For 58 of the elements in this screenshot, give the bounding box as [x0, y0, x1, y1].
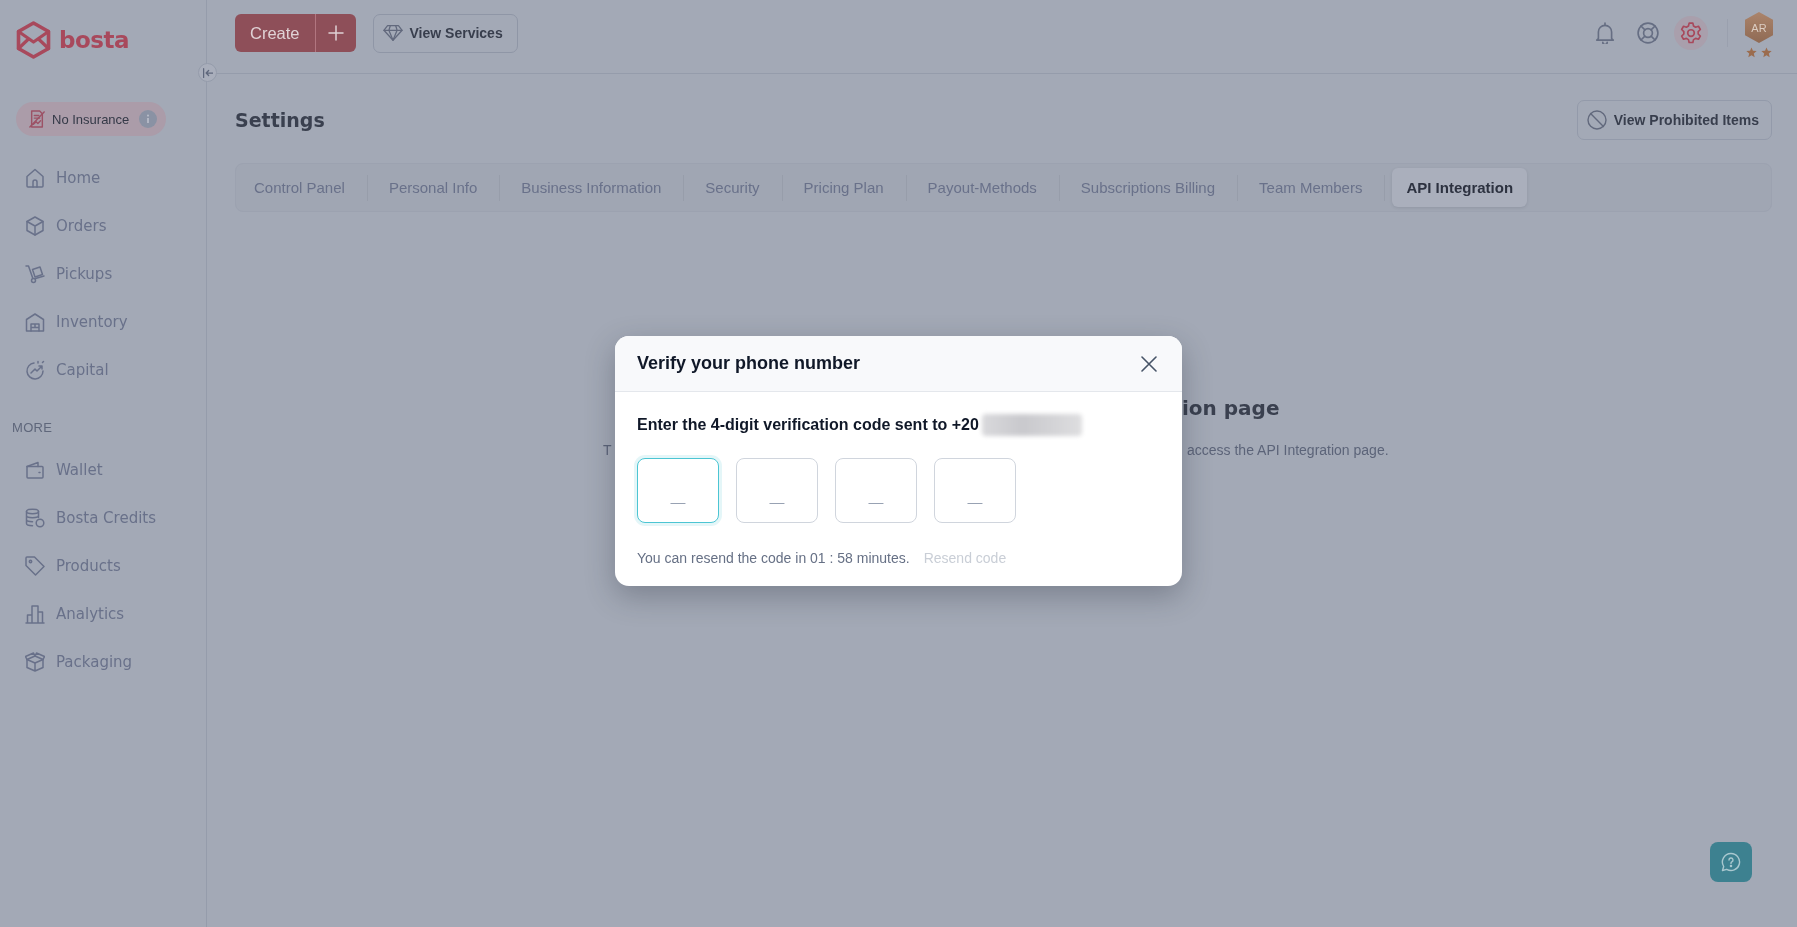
- section-label: MORE: [11, 420, 54, 436]
- resend-note: You can resend the code in 01 : 58 minutes.: [637, 550, 910, 566]
- lifebuoy-icon: [1637, 22, 1659, 44]
- diamond-icon: [382, 23, 403, 43]
- growth-chart-icon: [25, 360, 45, 380]
- star-icon: [1761, 47, 1772, 58]
- brand-name: bosta: [59, 26, 129, 55]
- settings-icon: [1680, 22, 1702, 44]
- prohibited-icon: [1586, 110, 1607, 130]
- code-input[interactable]: _: [637, 458, 719, 523]
- create-button[interactable]: Create: [235, 14, 315, 52]
- description-text: access the API Integration page.: [1187, 441, 1389, 460]
- plus-icon: [327, 25, 344, 41]
- coin-stack-icon: [25, 508, 45, 528]
- code-input[interactable]: _: [736, 458, 818, 523]
- description-text: T: [603, 441, 612, 460]
- bell-icon: [1594, 22, 1616, 44]
- code-input[interactable]: _: [835, 458, 917, 523]
- close-button[interactable]: [1141, 355, 1157, 372]
- question-bubble-icon: [1721, 852, 1741, 872]
- insurance-status: No Insurance: [52, 111, 130, 127]
- open-box-icon: [25, 652, 45, 672]
- nav-item[interactable]: Packaging: [0, 638, 206, 686]
- tag-icon: [25, 556, 45, 576]
- bar-chart-icon: [25, 604, 45, 624]
- nav-item[interactable]: Bosta Credits: [0, 494, 206, 542]
- wallet-icon: [25, 460, 45, 480]
- page-heading: ion page: [1182, 396, 1280, 420]
- nav-item[interactable]: Analytics: [0, 590, 206, 638]
- home-icon: [25, 168, 45, 188]
- warehouse-icon: [25, 312, 45, 332]
- dialog-title: Verify your phone number: [637, 353, 861, 374]
- nav-item[interactable]: Home: [0, 154, 206, 202]
- hand-truck-icon: [25, 264, 45, 284]
- nav-item[interactable]: Orders: [0, 202, 206, 250]
- collapse-button[interactable]: [198, 63, 217, 82]
- page-title: Settings: [235, 109, 325, 131]
- add-button[interactable]: [314, 14, 356, 52]
- logo-icon: [16, 21, 51, 59]
- crossed-document-icon: [29, 110, 45, 128]
- arrow-to-bar-icon: [202, 67, 213, 78]
- nav-item[interactable]: Products: [0, 542, 206, 590]
- nav-item[interactable]: Wallet: [0, 446, 206, 494]
- view-prohibited-items-button[interactable]: View Prohibited Items: [1576, 100, 1772, 140]
- help-chat-button[interactable]: [1710, 842, 1752, 882]
- tab[interactable]: API Integration: [1392, 168, 1528, 207]
- nav-item[interactable]: Capital: [0, 346, 206, 394]
- cube-icon: [25, 216, 45, 236]
- settings-button[interactable]: [1674, 16, 1708, 50]
- close-icon: [1141, 355, 1157, 372]
- star-icon: [1746, 47, 1757, 58]
- nav-item[interactable]: Inventory: [0, 298, 206, 346]
- nav-item[interactable]: Pickups: [0, 250, 206, 298]
- code-input[interactable]: _: [934, 458, 1016, 523]
- view-services-button[interactable]: View Services: [372, 13, 518, 53]
- info-icon: [139, 110, 157, 128]
- prompt-text: Enter the 4-digit verification code sent to +20: [637, 416, 979, 434]
- user-avatar[interactable]: AR: [1745, 12, 1773, 43]
